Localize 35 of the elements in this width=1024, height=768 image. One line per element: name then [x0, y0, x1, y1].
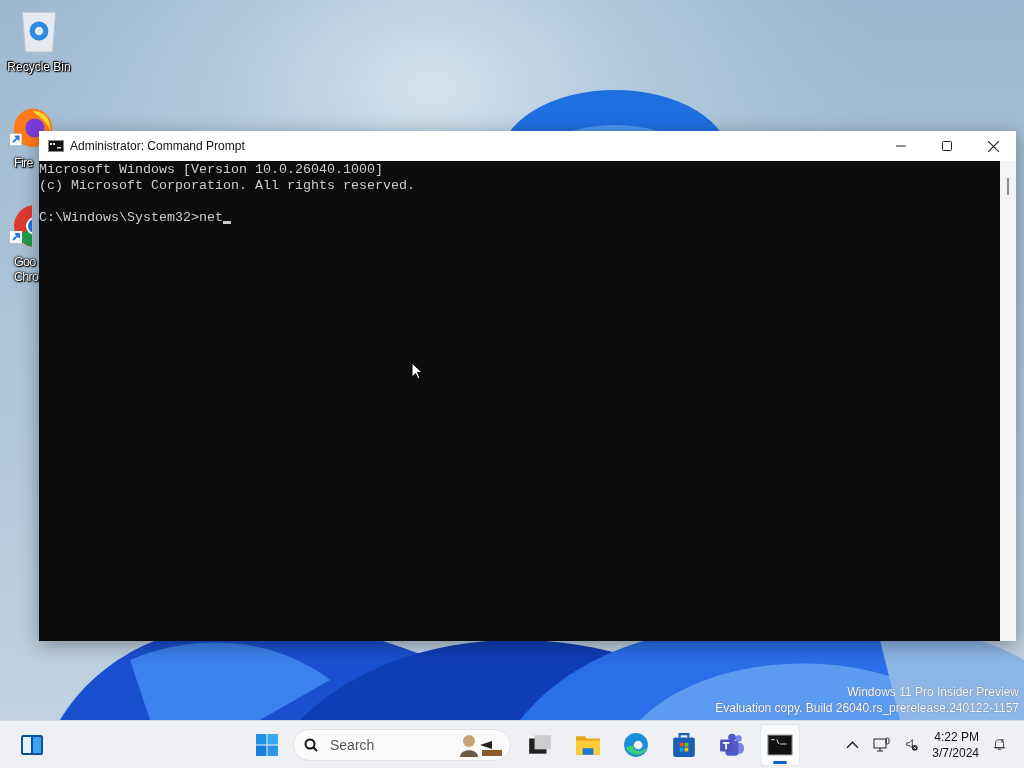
window-title: Administrator: Command Prompt — [70, 139, 245, 153]
scrollbar-thumb[interactable] — [1007, 178, 1009, 195]
network-icon[interactable] — [873, 736, 892, 753]
widgets-icon[interactable] — [20, 733, 44, 756]
bell-icon[interactable] — [993, 738, 1006, 751]
clock-time: 4:22 PM — [934, 728, 979, 745]
search-icon — [304, 737, 318, 752]
close-icon — [987, 140, 999, 152]
caret-up-icon[interactable] — [846, 738, 860, 751]
desktop-icon-label: Fire — [14, 156, 33, 171]
people-chat-icon — [719, 731, 745, 758]
search-field[interactable]: Search — [328, 735, 458, 754]
desktop-icon-label: Chro — [14, 270, 39, 285]
muted-speaker-icon[interactable] — [905, 738, 919, 751]
console-icon — [48, 140, 64, 152]
console-area[interactable]: Microsoft Windows [Version 10.0.26040.1000] (c) Microsoft Corporation. All rights reserved. C:\Windows\System32>net — [39, 161, 1000, 641]
search-bar[interactable]: Search — [293, 728, 511, 761]
desktop-icon-label: Recycle Bin — [7, 60, 71, 75]
terminal-app-button[interactable] — [761, 724, 799, 765]
start-icon[interactable] — [255, 732, 279, 757]
store-bag-icon — [671, 731, 697, 758]
watermark-text: Evaluation copy. Build 26040.rs_prerelease.240122-1157 — [715, 700, 1019, 716]
text-cursor — [222, 221, 231, 224]
scrollbar[interactable] — [1000, 161, 1016, 641]
console-line: Microsoft Windows [Version 10.0.26040.1000] — [39, 162, 384, 178]
browser-icon — [623, 731, 649, 758]
desktop-icon-label: Goo — [14, 255, 36, 270]
search-highlight-drawing — [458, 732, 504, 757]
maximize-icon — [942, 141, 952, 151]
mouse-pointer-icon — [411, 362, 423, 380]
clock-date: 3/7/2024 — [932, 744, 979, 761]
clock[interactable]: 4:22 PM 3/7/2024 — [932, 728, 979, 761]
console-line: (c) Microsoft Corporation. All rights reserved. — [39, 178, 416, 194]
console-prompt: C:\Windows\System32>net — [39, 210, 223, 226]
watermark-text: Windows 11 Pro Insider Preview — [847, 684, 1019, 700]
